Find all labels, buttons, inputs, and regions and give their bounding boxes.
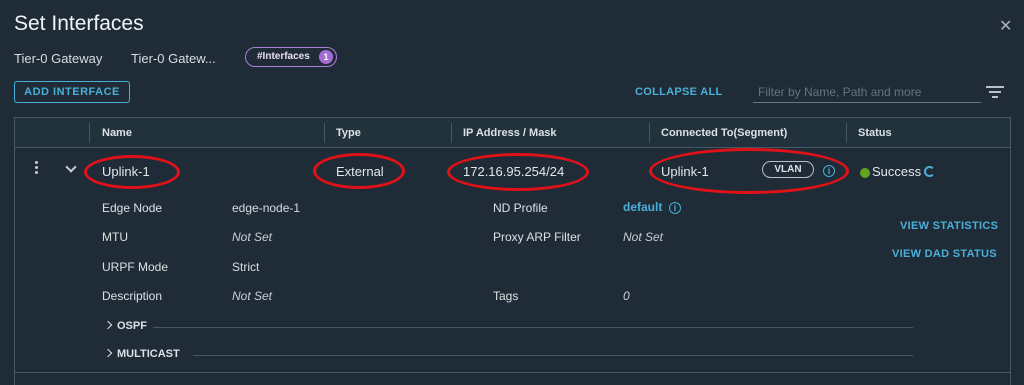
segment-link[interactable]: Uplink-1 — [661, 164, 709, 179]
column-header-name[interactable]: Name — [102, 127, 132, 139]
row-divider — [15, 372, 1010, 373]
nd-profile-info-icon[interactable]: i — [669, 202, 681, 214]
description-label: Description — [102, 289, 163, 303]
segment-info-icon[interactable]: i — [823, 165, 835, 177]
column-separator — [649, 123, 650, 143]
interface-type: External — [336, 164, 384, 179]
refresh-icon[interactable] — [924, 166, 935, 177]
expand-chevron-icon[interactable] — [65, 161, 77, 173]
multicast-section-toggle[interactable]: MULTICAST — [103, 348, 180, 360]
interface-name: Uplink-1 — [102, 164, 150, 179]
mtu-value: Not Set — [232, 230, 273, 244]
column-header-ip[interactable]: IP Address / Mask — [463, 127, 557, 139]
row-actions-kebab-icon[interactable] — [35, 161, 39, 176]
interfaces-pill-label: #Interfaces — [257, 51, 310, 62]
grid-header: Name Type IP Address / Mask Connected To… — [15, 118, 1010, 148]
view-statistics-link[interactable]: VIEW STATISTICS — [900, 220, 998, 232]
section-divider — [153, 327, 913, 328]
nd-profile-label: ND Profile — [493, 201, 548, 215]
mtu-label: MTU — [102, 230, 128, 244]
interface-ip: 172.16.95.254/24 — [463, 164, 565, 179]
column-separator — [89, 123, 90, 143]
success-status-icon — [860, 168, 870, 178]
tags-value: 0 — [623, 289, 630, 303]
status-text: Success — [872, 164, 922, 179]
breadcrumb-tier0-gateway-name[interactable]: Tier-0 Gatew... — [131, 51, 216, 66]
ospf-section-toggle[interactable]: OSPF — [103, 320, 147, 332]
chevron-right-icon — [103, 320, 113, 330]
vlan-badge: VLAN — [762, 161, 814, 178]
column-header-status[interactable]: Status — [858, 127, 892, 139]
interfaces-pill[interactable]: #Interfaces 1 — [245, 47, 337, 67]
interfaces-count-badge: 1 — [319, 50, 333, 64]
column-separator — [846, 123, 847, 143]
breadcrumb-tier0-gateway[interactable]: Tier-0 Gateway — [14, 51, 102, 66]
dialog-title: Set Interfaces — [14, 12, 144, 35]
close-icon[interactable]: ✕ — [999, 16, 1012, 36]
section-divider — [193, 355, 913, 356]
edge-node-value: edge-node-1 — [232, 201, 301, 215]
chevron-right-icon — [103, 348, 113, 358]
filter-lines-icon[interactable] — [986, 86, 1004, 98]
table-row: Uplink-1 External 172.16.95.254/24 Uplin… — [15, 151, 1010, 187]
proxy-arp-filter-label: Proxy ARP Filter — [493, 230, 581, 244]
collapse-all-button[interactable]: COLLAPSE ALL — [635, 86, 723, 98]
description-value: Not Set — [232, 289, 273, 303]
view-dad-status-link[interactable]: VIEW DAD STATUS — [892, 248, 997, 260]
filter-input[interactable] — [753, 81, 981, 103]
ospf-section-label: OSPF — [117, 320, 147, 332]
column-header-type[interactable]: Type — [336, 127, 361, 139]
tags-label: Tags — [493, 289, 519, 303]
urpf-mode-label: URPF Mode — [102, 260, 169, 274]
interfaces-grid: Name Type IP Address / Mask Connected To… — [14, 117, 1011, 385]
multicast-section-label: MULTICAST — [117, 348, 180, 360]
nd-profile-link[interactable]: default — [623, 200, 662, 214]
add-interface-button[interactable]: ADD INTERFACE — [14, 81, 130, 103]
urpf-mode-value: Strict — [232, 260, 260, 274]
column-separator — [451, 123, 452, 143]
edge-node-label: Edge Node — [102, 201, 163, 215]
proxy-arp-filter-value: Not Set — [623, 230, 664, 244]
column-separator — [324, 123, 325, 143]
column-header-segment[interactable]: Connected To(Segment) — [661, 127, 787, 139]
